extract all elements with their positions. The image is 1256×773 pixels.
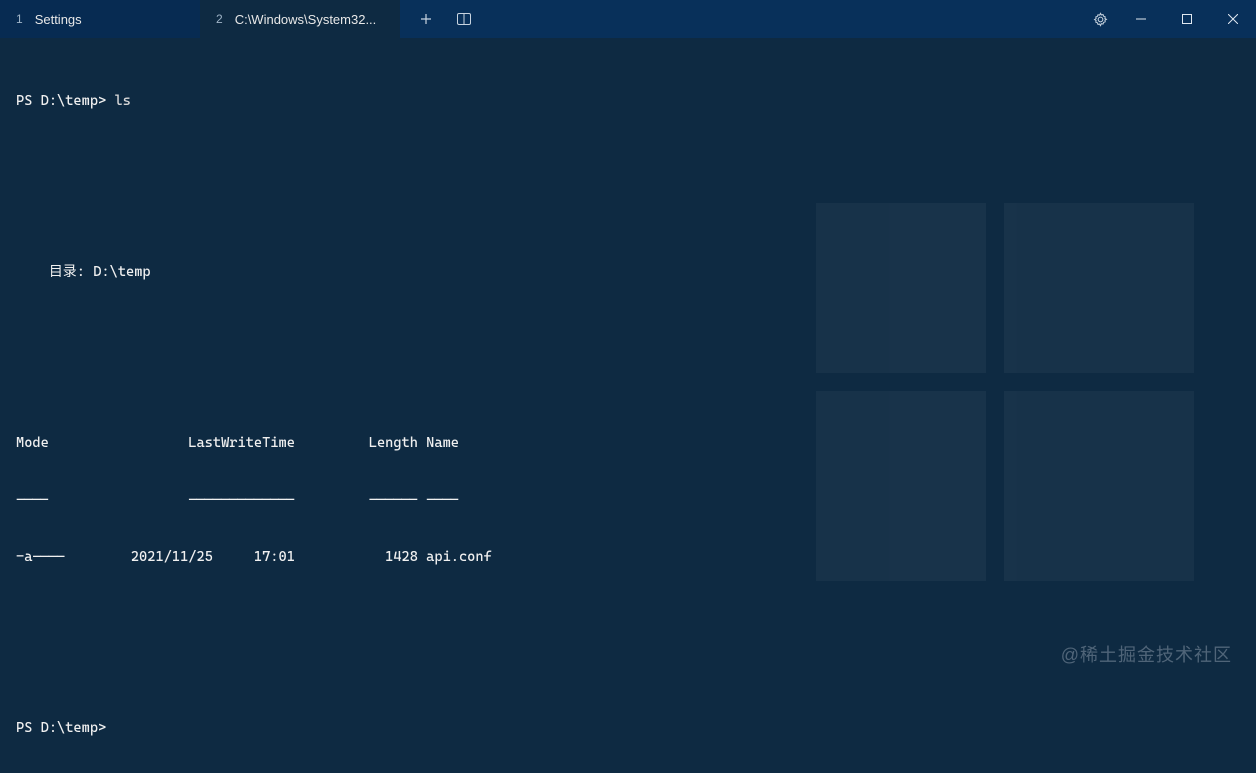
output-line — [16, 662, 1240, 681]
tab-settings[interactable]: 1 Settings — [0, 0, 200, 38]
gear-icon — [1093, 12, 1108, 27]
split-icon — [457, 13, 471, 25]
output-line — [16, 605, 1240, 624]
watermark-text: @稀土掘金技术社区 — [1061, 641, 1232, 667]
window-controls — [1118, 0, 1256, 38]
tab-powershell[interactable]: 2 C:\Windows\System32... — [200, 0, 400, 38]
tab-label: Settings — [35, 12, 82, 27]
output-line — [16, 149, 1240, 168]
tab-index: 1 — [16, 12, 23, 26]
prompt-line: PS D:\temp> — [16, 719, 1240, 738]
titlebar-spacer[interactable] — [482, 0, 1082, 38]
titlebar: 1 Settings 2 C:\Windows\System32... — [0, 0, 1256, 38]
prompt: PS D:\temp> — [16, 720, 106, 736]
command: ls — [114, 93, 130, 109]
maximize-icon — [1182, 14, 1192, 24]
tab-index: 2 — [216, 12, 223, 26]
minimize-icon — [1136, 14, 1146, 24]
close-icon — [1228, 14, 1238, 24]
plus-icon — [420, 13, 432, 25]
tab-label: C:\Windows\System32... — [235, 12, 377, 27]
minimize-button[interactable] — [1118, 0, 1164, 38]
maximize-button[interactable] — [1164, 0, 1210, 38]
split-pane-button[interactable] — [446, 0, 482, 38]
windows-logo-watermark — [816, 203, 1196, 583]
prompt-line: PS D:\temp> ls — [16, 92, 1240, 111]
settings-button[interactable] — [1082, 0, 1118, 38]
prompt: PS D:\temp> — [16, 93, 114, 109]
new-tab-button[interactable] — [408, 0, 444, 38]
close-button[interactable] — [1210, 0, 1256, 38]
tab-actions — [400, 0, 482, 38]
